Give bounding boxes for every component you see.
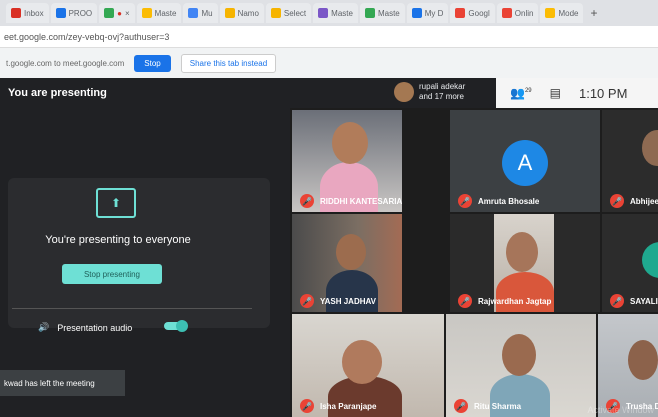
- header-controls: 👥29 ▤ 1:10 PM: [496, 78, 658, 108]
- participant-tile[interactable]: 🎤 SAYALI SI: [602, 214, 658, 312]
- meet-icon: [104, 8, 115, 18]
- person-face: [506, 232, 538, 272]
- meet-header: You are presenting rupali adekar and 17 …: [0, 78, 658, 108]
- mic-muted-icon: 🎤: [458, 294, 472, 308]
- browser-tab[interactable]: Googl: [450, 3, 495, 23]
- person-face: [628, 340, 658, 380]
- participant-name: Ritu Sharma: [474, 402, 522, 411]
- screen-share-bar: t.google.com to meet.google.com Stop Sha…: [0, 48, 658, 78]
- mic-muted-icon: 🎤: [300, 294, 314, 308]
- browser-tab[interactable]: My D: [406, 3, 449, 23]
- new-tab-button[interactable]: +: [585, 3, 602, 23]
- mic-muted-icon: 🎤: [454, 399, 468, 413]
- doc-icon: [55, 8, 66, 18]
- presentation-audio-row: 🔊 Presentation audio: [38, 322, 132, 333]
- meeting-time: 1:10 PM: [578, 85, 628, 101]
- chat-icon[interactable]: ▤: [550, 86, 561, 100]
- participant-summary[interactable]: rupali adekar and 17 more: [394, 82, 465, 102]
- host-name: rupali adekar: [419, 82, 466, 91]
- left-meeting-toast: kwad has left the meeting: [0, 370, 125, 396]
- participant-tile[interactable]: A 🎤 Amruta Bhosale: [450, 110, 600, 212]
- people-icon[interactable]: 👥29: [510, 86, 532, 100]
- sheets-icon: [364, 8, 375, 18]
- browser-tab[interactable]: PROO: [50, 3, 98, 23]
- drive-icon: [411, 8, 422, 18]
- more-count: and 17 more: [419, 92, 464, 101]
- person-face: [642, 130, 658, 166]
- share-this-tab-button[interactable]: Share this tab instead: [180, 53, 277, 73]
- participant-tile[interactable]: 🎤 Abhijeet: [602, 110, 658, 212]
- present-screen-icon: ⬆: [96, 188, 136, 218]
- participant-name: RIDDHI KANTESARIA: [320, 197, 402, 206]
- mic-muted-icon: 🎤: [458, 194, 472, 208]
- browser-tab[interactable]: Namo: [219, 3, 264, 23]
- close-icon[interactable]: ×: [125, 9, 130, 18]
- browser-tab[interactable]: Onlin: [496, 3, 539, 23]
- person-face: [502, 334, 536, 376]
- participant-tile[interactable]: 🎤 RIDDHI KANTESARIA: [292, 110, 402, 212]
- mic-muted-icon: 🎤: [610, 194, 624, 208]
- participant-tile[interactable]: 🎤 YASH JADHAV: [292, 214, 402, 312]
- person-face: [342, 340, 382, 384]
- participant-name: Rajwardhan Jagtap: [478, 297, 552, 306]
- globe-icon: [501, 8, 512, 18]
- person-face: [336, 234, 366, 270]
- forms-icon: [318, 8, 329, 18]
- browser-tab[interactable]: Inbox: [6, 3, 49, 23]
- presenting-card: ⬆ You're presenting to everyone Stop pre…: [8, 178, 270, 328]
- mic-muted-icon: 🎤: [300, 194, 314, 208]
- browser-tab[interactable]: Select: [265, 3, 312, 23]
- address-bar[interactable]: eet.google.com/zey-vebq-ovj?authuser=3: [0, 26, 658, 48]
- stop-sharing-button[interactable]: Stop: [134, 54, 171, 72]
- presentation-audio-label: Presentation audio: [57, 322, 133, 333]
- browser-tab[interactable]: Mu: [183, 3, 218, 23]
- participant-tile[interactable]: 🎤 Rajwardhan Jagtap: [450, 214, 600, 312]
- presenting-panel: ⬆ You're presenting to everyone Stop pre…: [0, 108, 290, 417]
- browser-tab-strip: Inbox PROO ● × Maste Mu Namo Select Maste…: [0, 0, 658, 26]
- participant-name: Abhijeet: [630, 197, 658, 206]
- browser-tab[interactable]: Maste: [136, 3, 182, 23]
- speaker-icon: 🔊: [38, 322, 50, 332]
- participant-name: Amruta Bhosale: [478, 197, 540, 206]
- browser-tab[interactable]: Maste: [359, 3, 405, 23]
- presenting-title: You are presenting: [8, 87, 107, 99]
- participant-name: Isha Paranjape: [320, 402, 377, 411]
- person-face: [332, 122, 368, 164]
- avatar: A: [502, 140, 548, 186]
- participant-count-badge: 29: [524, 88, 532, 94]
- stop-presenting-button[interactable]: Stop presenting: [62, 264, 162, 284]
- divider: [12, 308, 252, 309]
- participant-tile[interactable]: 🎤 Trusha Dh: [598, 314, 658, 417]
- presenting-to-everyone-text: You're presenting to everyone: [45, 234, 191, 246]
- doc-icon: [188, 8, 199, 18]
- participant-name: SAYALI SI: [630, 297, 658, 306]
- mic-muted-icon: 🎤: [300, 399, 314, 413]
- browser-tab[interactable]: Maste: [313, 3, 358, 23]
- drive-icon: [141, 8, 152, 18]
- participant-tile[interactable]: 🎤 Isha Paranjape: [292, 314, 444, 417]
- url-text: eet.google.com/zey-vebq-ovj?authuser=3: [4, 31, 170, 42]
- gmail-icon: [11, 8, 21, 18]
- person-video: [496, 272, 554, 312]
- avatar: [394, 82, 414, 102]
- folder-icon: [224, 8, 235, 18]
- folder-icon: [270, 8, 281, 18]
- presentation-audio-toggle[interactable]: [164, 320, 188, 332]
- record-dot-icon: ●: [117, 8, 122, 18]
- share-message: t.google.com to meet.google.com: [6, 58, 125, 68]
- bookmark-icon: [545, 8, 556, 18]
- globe-icon: [455, 8, 466, 18]
- browser-tab-meet[interactable]: ● ×: [99, 3, 135, 23]
- participant-tile[interactable]: 🎤 Ritu Sharma: [446, 314, 596, 417]
- browser-tab[interactable]: Mode: [540, 3, 584, 23]
- participant-name: YASH JADHAV: [320, 297, 377, 306]
- activate-windows-watermark: Activate Window: [587, 405, 654, 415]
- mic-muted-icon: 🎤: [610, 294, 624, 308]
- participant-grid: 🎤 RIDDHI KANTESARIA A 🎤 Amruta Bhosale 🎤…: [290, 108, 658, 417]
